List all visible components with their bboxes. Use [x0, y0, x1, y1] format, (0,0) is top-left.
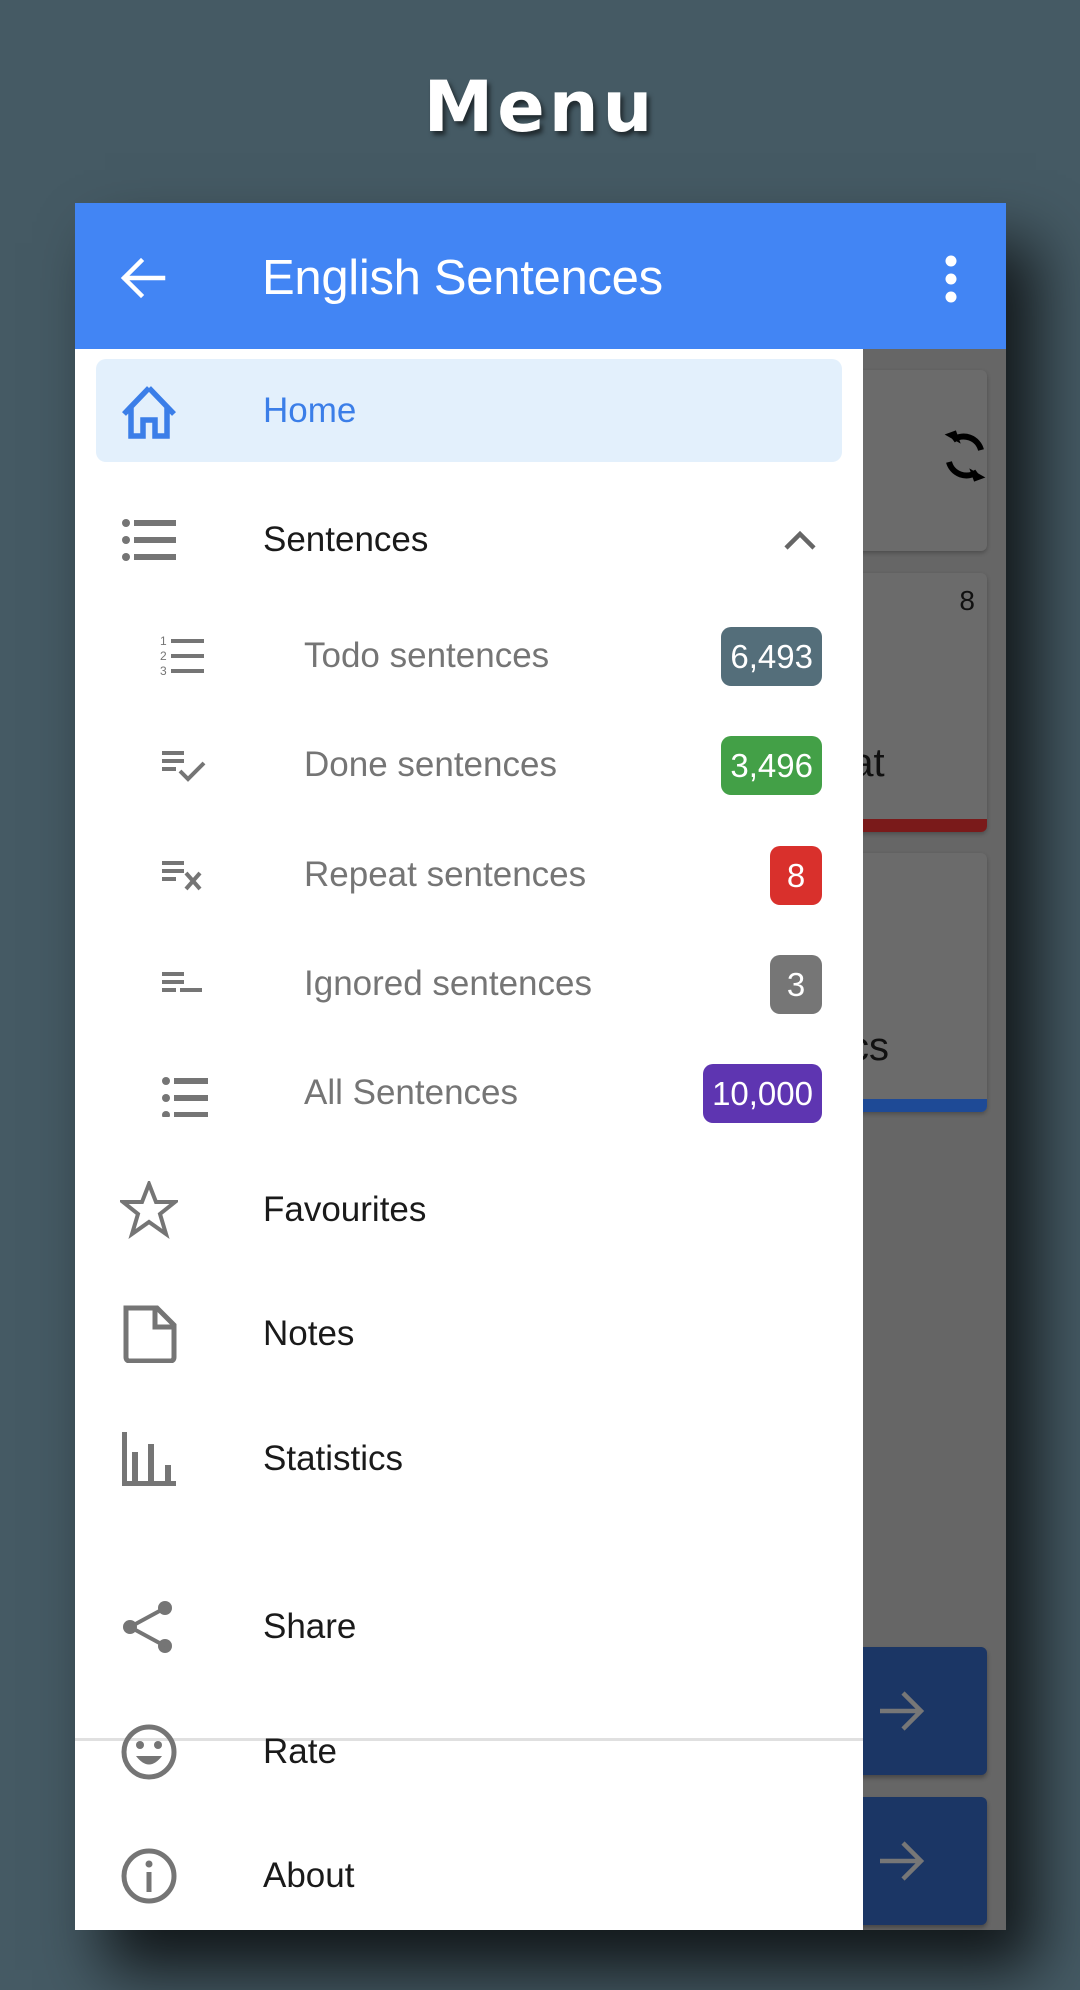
bar-chart-icon — [122, 1432, 176, 1486]
drawer-item-sentences[interactable]: Sentences — [75, 490, 863, 590]
drawer-subitem-todo-sentences[interactable]: 1 2 3 Todo sentences 6,493 — [75, 606, 863, 706]
count-badge: 3,496 — [721, 736, 822, 795]
drawer-item-share[interactable]: Share — [75, 1577, 863, 1677]
drawer-item-label: Home — [263, 391, 357, 430]
navigation-drawer: Home Sentences 1 2 3 Todo sentences 6,493 Done… — [75, 349, 863, 1930]
drawer-item-label: Todo sentences — [304, 636, 550, 675]
more-vert-icon — [945, 255, 957, 303]
app-bar: English Sentences — [75, 203, 1006, 349]
home-icon — [122, 386, 176, 439]
share-icon — [123, 1601, 172, 1653]
playlist-remove-icon — [162, 861, 202, 891]
drawer-item-label: Done sentences — [304, 745, 557, 784]
sync-icon — [944, 430, 986, 482]
phone-screen: English Sentences 8 eat tics — [75, 203, 1006, 1930]
more-options-button[interactable] — [931, 251, 971, 307]
app-title: English Sentences — [262, 251, 663, 305]
list-bulleted-icon — [162, 1077, 208, 1117]
drawer-item-label: Rate — [263, 1732, 337, 1771]
svg-text:1: 1 — [160, 634, 167, 648]
playlist-minus-icon — [162, 972, 202, 992]
count-badge: 10,000 — [703, 1064, 822, 1123]
count-badge: 6,493 — [721, 627, 822, 686]
svg-text:3: 3 — [160, 664, 167, 678]
arrow-right-icon — [880, 1691, 925, 1731]
playlist-check-icon — [162, 751, 206, 782]
drawer-subitem-repeat-sentences[interactable]: Repeat sentences 8 — [75, 825, 863, 925]
drawer-item-about[interactable]: About — [75, 1826, 863, 1926]
drawer-item-label: Repeat sentences — [304, 855, 587, 894]
star-outline-icon — [120, 1181, 178, 1239]
arrow-left-icon — [120, 257, 166, 299]
drawer-item-label: Notes — [263, 1314, 355, 1353]
arrow-right-icon — [880, 1841, 925, 1881]
drawer-item-label: Ignored sentences — [304, 964, 592, 1003]
drawer-item-home[interactable]: Home — [96, 359, 842, 462]
drawer-item-statistics[interactable]: Statistics — [75, 1409, 863, 1509]
svg-text:2: 2 — [160, 649, 167, 663]
list-bulleted-icon — [122, 519, 176, 561]
smiley-icon — [121, 1724, 177, 1780]
drawer-item-label: Statistics — [263, 1439, 404, 1478]
info-icon — [121, 1848, 177, 1904]
note-icon — [123, 1305, 177, 1363]
repeat-count: 8 — [959, 585, 975, 616]
drawer-item-label: Sentences — [263, 520, 429, 559]
back-button[interactable] — [117, 253, 167, 303]
list-numbered-icon: 123 — [160, 634, 204, 678]
page-heading: Menu — [423, 66, 657, 148]
count-badge: 3 — [770, 955, 822, 1014]
drawer-item-notes[interactable]: Notes — [75, 1284, 863, 1384]
drawer-item-favourites[interactable]: Favourites — [75, 1160, 863, 1260]
drawer-subitem-ignored-sentences[interactable]: Ignored sentences 3 — [75, 934, 863, 1034]
count-badge: 8 — [770, 846, 822, 905]
drawer-item-label: Share — [263, 1607, 357, 1646]
drawer-item-label: All Sentences — [304, 1073, 519, 1112]
drawer-subitem-done-sentences[interactable]: Done sentences 3,496 — [75, 715, 863, 815]
drawer-item-rate[interactable]: Rate — [75, 1702, 863, 1802]
chevron-up-icon[interactable] — [783, 526, 817, 554]
drawer-subitem-all-sentences[interactable]: All Sentences 10,000 — [75, 1043, 863, 1143]
drawer-item-label: Favourites — [263, 1190, 427, 1229]
drawer-item-label: About — [263, 1856, 355, 1895]
